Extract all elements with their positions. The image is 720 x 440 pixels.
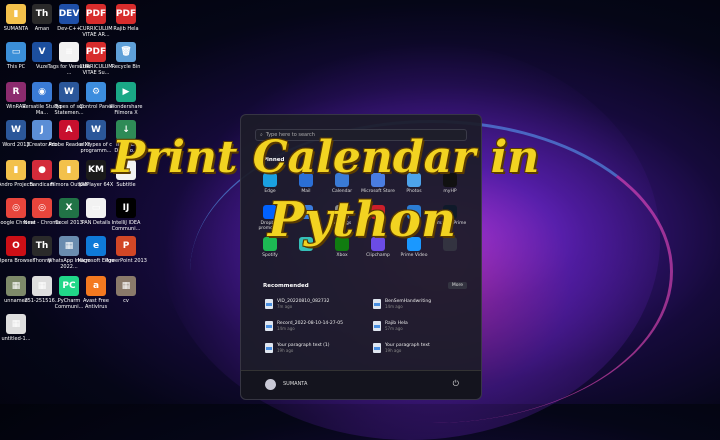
pinned-app-label: Prime Video — [400, 253, 428, 258]
recommended-item[interactable]: Your paragraph text (1) 19h ago — [265, 343, 365, 357]
recommended-title: Recommended — [263, 283, 309, 289]
desktop-icon-label: Recycle Bin — [111, 64, 141, 70]
desktop-app-icon: PDF — [86, 42, 106, 62]
desktop-icon[interactable]: ▶ Wondershare Filmora X — [104, 82, 148, 116]
desktop-icon[interactable]: ▦ untitled-1... — [0, 314, 38, 348]
desktop-app-icon: 🗑 — [116, 42, 136, 62]
recommended-item-time: 57m ago — [385, 326, 403, 331]
recommended-item-time: 7m ago — [277, 304, 293, 309]
power-icon[interactable]: ⏻ — [453, 379, 459, 389]
desktop-app-icon: ▦ — [6, 314, 26, 334]
desktop-app-icon: ▦ — [116, 276, 136, 296]
desktop-icon[interactable]: 🗑 Recycle Bin — [104, 42, 148, 76]
desktop-icon-label: Wondershare Filmora X — [109, 104, 143, 116]
recommended-item[interactable]: VID_20220810_082732 7m ago — [265, 299, 365, 313]
desktop-icon[interactable]: PDF Rajib Hela — [104, 4, 148, 38]
desktop-icon-label: IntelliJ IDEA Communi... — [111, 220, 141, 232]
file-icon — [265, 343, 273, 353]
desktop-app-icon: W — [86, 120, 106, 140]
desktop-app-icon: P — [116, 236, 136, 256]
file-icon — [373, 299, 381, 309]
desktop-icon[interactable]: P PowerPoint 2013 — [104, 236, 148, 270]
recommended-item[interactable]: Your paragraph text 19h ago — [373, 343, 473, 357]
desktop-icon[interactable]: ▦ cv — [104, 276, 148, 310]
start-footer: SUMANTA ⏻ — [241, 370, 481, 399]
file-icon — [265, 321, 273, 331]
file-icon — [373, 321, 381, 331]
pinned-app-label: Clipchamp — [366, 253, 390, 258]
recommended-item-time: 19h ago — [277, 348, 294, 353]
user-avatar[interactable] — [265, 379, 276, 390]
overlay-title-line1: Print Calendar in — [112, 132, 540, 183]
desktop-app-icon: ▶ — [116, 82, 136, 102]
desktop-app-icon: ⚙ — [86, 82, 106, 102]
recommended-item[interactable]: BenSemHandwriting 14m ago — [373, 299, 473, 313]
user-name[interactable]: SUMANTA — [283, 381, 307, 387]
desktop-app-icon: IJ — [116, 198, 136, 218]
desktop-app-icon: KM — [86, 160, 106, 180]
more-button[interactable]: More — [447, 282, 467, 289]
file-icon — [265, 299, 273, 309]
desktop-app-icon: a — [86, 276, 106, 296]
recommended-item-time: 19h ago — [385, 348, 402, 353]
desktop-app-icon: ▭ — [86, 198, 106, 218]
desktop-app-icon: e — [86, 236, 106, 256]
desktop-icon-label: Subtitle — [116, 182, 136, 188]
desktop-app-icon: PDF — [116, 4, 136, 24]
recommended-item-time: 14m ago — [277, 326, 295, 331]
recommended-item[interactable]: Record_2022-08-10-14-27-05 14m ago — [265, 321, 365, 335]
desktop-icon[interactable]: IJ IntelliJ IDEA Communi... — [104, 198, 148, 232]
desktop-icon-label: PowerPoint 2013 — [105, 258, 147, 264]
desktop-app-icon: PDF — [86, 4, 106, 24]
overlay-title-line2: Python — [268, 192, 456, 248]
file-icon — [373, 343, 381, 353]
desktop-icon-label: Rajib Hela — [113, 26, 139, 32]
pinned-app-label: Spotify — [262, 253, 278, 258]
recommended-item-time: 14m ago — [385, 304, 403, 309]
desktop-icon-label: untitled-1... — [1, 336, 31, 342]
recommended-item[interactable]: Rajib Hela 57m ago — [373, 321, 473, 335]
pinned-app-label: Xbox — [336, 253, 348, 258]
desktop-icon-label: cv — [123, 298, 129, 304]
